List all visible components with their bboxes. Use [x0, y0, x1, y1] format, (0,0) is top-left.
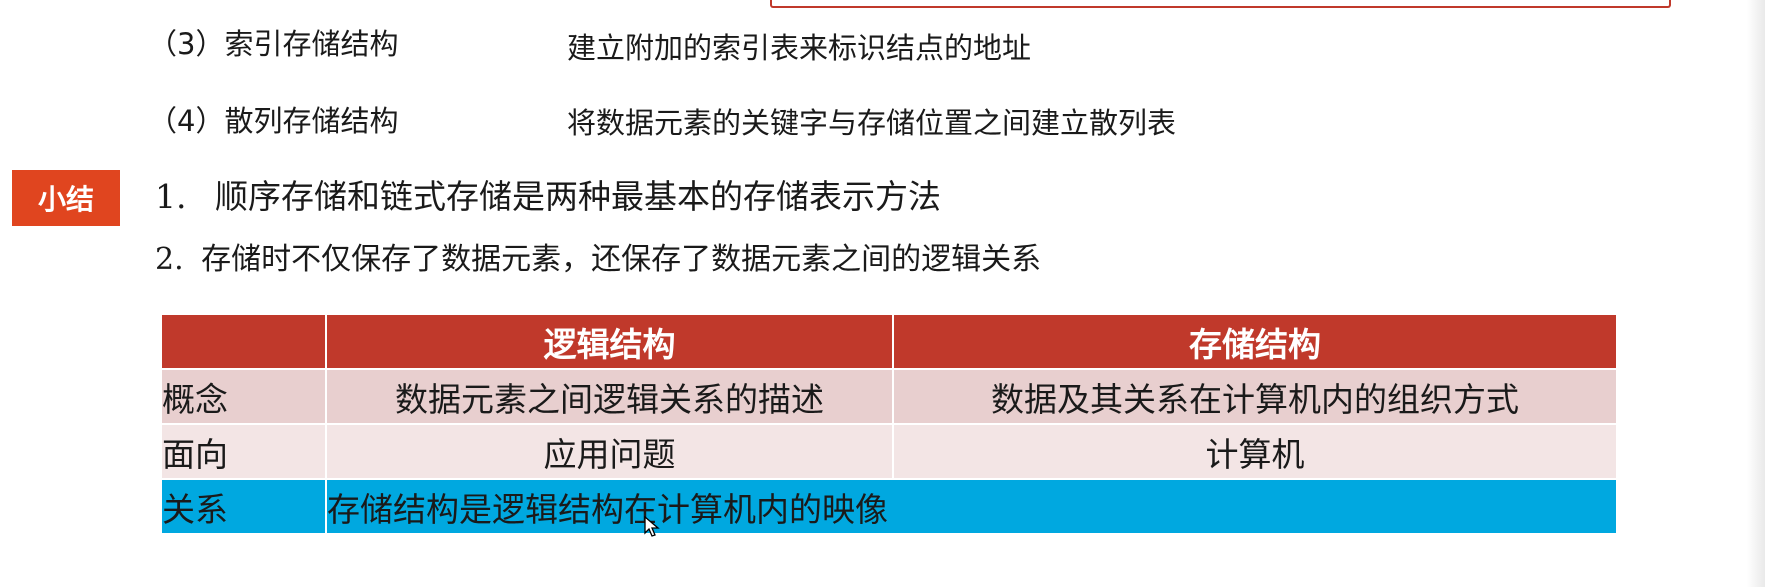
summary-item-2-num: 2. [155, 242, 184, 277]
header-storage-structure: 存储结构 [892, 313, 1618, 370]
summary-item-2-text: 存储时不仅保存了数据元素，还保存了数据元素之间的逻辑关系 [201, 242, 1042, 277]
summary-item-1-num: 1. [155, 177, 187, 216]
table-row: 关系 存储结构是逻辑结构在计算机内的映像 [160, 478, 1618, 535]
comparison-table: 逻辑结构 存储结构 概念 数据元素之间逻辑关系的描述 数据及其关系在计算机内的组… [160, 313, 1618, 535]
storage-type-4-label: （4）散列存储结构 [148, 104, 399, 138]
summary-item-2: 2. 存储时不仅保存了数据元素，还保存了数据元素之间的逻辑关系 [155, 245, 1041, 275]
cell-logical-concept: 数据元素之间逻辑关系的描述 [325, 368, 894, 425]
cell-storage-oriented: 计算机 [892, 423, 1618, 480]
summary-badge: 小结 [12, 170, 120, 226]
storage-type-3-desc: 建立附加的索引表来标识结点的地址 [567, 31, 1032, 65]
cell-storage-concept: 数据及其关系在计算机内的组织方式 [892, 368, 1618, 425]
row-label-concept: 概念 [160, 368, 327, 425]
top-frame-edge [770, 0, 1671, 8]
header-empty [160, 313, 327, 370]
storage-type-4-desc: 将数据元素的关键字与存储位置之间建立散列表 [567, 106, 1177, 140]
summary-item-1-text: 顺序存储和链式存储是两种最基本的存储表示方法 [215, 177, 941, 216]
header-logical-structure: 逻辑结构 [325, 313, 894, 370]
cell-relation-merged: 存储结构是逻辑结构在计算机内的映像 [325, 478, 1618, 535]
row-label-relation: 关系 [160, 478, 327, 535]
mouse-cursor-icon [644, 516, 660, 537]
table-row: 面向 应用问题 计算机 [160, 423, 1618, 480]
storage-type-3-label: （3）索引存储结构 [148, 27, 399, 61]
slide-edge-shadow [1747, 0, 1765, 587]
row-label-oriented: 面向 [160, 423, 327, 480]
table-header-row: 逻辑结构 存储结构 [160, 313, 1618, 370]
cell-logical-oriented: 应用问题 [325, 423, 894, 480]
table-row: 概念 数据元素之间逻辑关系的描述 数据及其关系在计算机内的组织方式 [160, 368, 1618, 425]
summary-item-1: 1. 顺序存储和链式存储是两种最基本的存储表示方法 [155, 180, 941, 213]
